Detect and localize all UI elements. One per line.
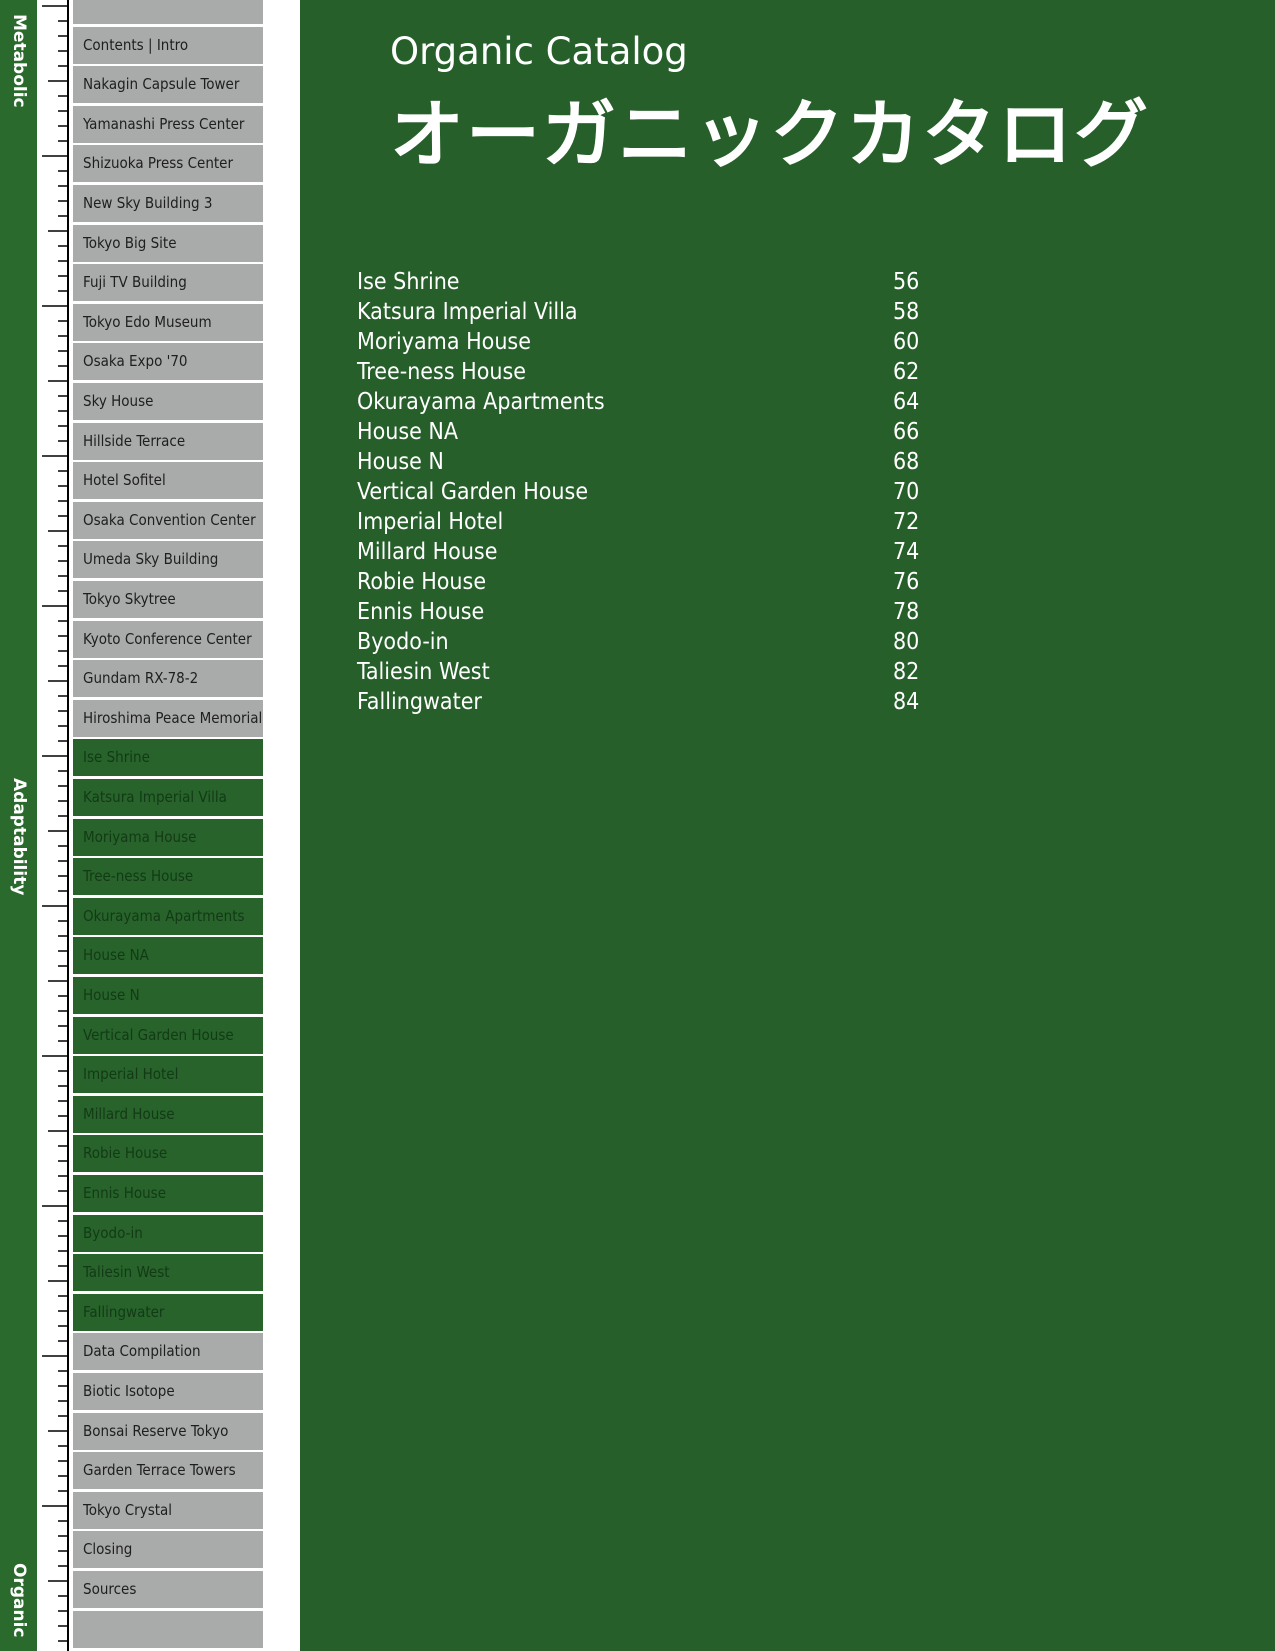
toc-row[interactable]: Taliesin West 82	[357, 657, 920, 687]
sidebar-tab[interactable]: Vertical Garden House	[73, 1017, 263, 1054]
sidebar-tab[interactable]: Tree-ness House	[73, 858, 263, 895]
table-of-contents: Ise Shrine 56 Katsura Imperial Villa 58 Mori…	[357, 267, 920, 717]
toc-entry-name: Vertical Garden House	[357, 479, 589, 505]
toc-entry-page: 68	[893, 449, 920, 475]
toc-entry-name: Ise Shrine	[357, 269, 460, 295]
toc-entry-name: Taliesin West	[357, 659, 490, 685]
sidebar-tab[interactable]: Garden Terrace Towers	[73, 1452, 263, 1489]
toc-row[interactable]: Tree-ness House 62	[357, 357, 920, 387]
sidebar-tab[interactable]	[73, 1611, 263, 1648]
toc-row[interactable]: House N 68	[357, 447, 920, 477]
toc-entry-name: Millard House	[357, 539, 498, 565]
toc-row[interactable]: Fallingwater 84	[357, 687, 920, 717]
sidebar-tab[interactable]: Ennis House	[73, 1175, 263, 1212]
toc-entry-name: Imperial Hotel	[357, 509, 504, 535]
toc-entry-page: 80	[893, 629, 920, 655]
sidebar-tab[interactable]: Millard House	[73, 1096, 263, 1133]
toc-entry-page: 72	[893, 509, 920, 535]
sidebar-tab[interactable]: Osaka Expo '70	[73, 343, 263, 380]
toc-row[interactable]: Imperial Hotel 72	[357, 507, 920, 537]
toc-entry-name: Moriyama House	[357, 329, 531, 355]
toc-entry-page: 56	[893, 269, 920, 295]
sidebar-tab[interactable]: Hillside Terrace	[73, 423, 263, 460]
toc-entry-page: 60	[893, 329, 920, 355]
sidebar-tab[interactable]: Ise Shrine	[73, 739, 263, 776]
sidebar-tab[interactable]: Umeda Sky Building	[73, 541, 263, 578]
sidebar-tab[interactable]: Bonsai Reserve Tokyo	[73, 1413, 263, 1450]
toc-row[interactable]: Millard House 74	[357, 537, 920, 567]
sidebar-tab[interactable]: Robie House	[73, 1135, 263, 1172]
toc-entry-name: Robie House	[357, 569, 487, 595]
main-panel: Organic Catalog オーガニックカタログ Ise Shrine 56 K…	[300, 0, 1275, 1651]
sidebar-tab[interactable]: Tokyo Skytree	[73, 581, 263, 618]
section-label-organic: Organic	[9, 1563, 29, 1638]
sidebar-tab[interactable]: Okurayama Apartments	[73, 898, 263, 935]
toc-row[interactable]: Robie House 76	[357, 567, 920, 597]
sidebar-tab[interactable]: Imperial Hotel	[73, 1056, 263, 1093]
toc-entry-name: Fallingwater	[357, 689, 482, 715]
sidebar-tab[interactable]: House N	[73, 977, 263, 1014]
toc-entry-name: Katsura Imperial Villa	[357, 299, 578, 325]
page-title-en: Organic Catalog	[390, 30, 688, 73]
toc-row[interactable]: Ennis House 78	[357, 597, 920, 627]
sidebar-tabs: Contents | Intro Nakagin Capsule Tower Yam…	[73, 0, 263, 1651]
toc-entry-page: 62	[893, 359, 920, 385]
toc-row[interactable]: House NA 66	[357, 417, 920, 447]
toc-entry-page: 82	[893, 659, 920, 685]
sidebar-tab[interactable]: Fallingwater	[73, 1294, 263, 1331]
sidebar-tab[interactable]: Sources	[73, 1571, 263, 1608]
section-label-adaptability: Adaptability	[9, 778, 29, 896]
sidebar-tab[interactable]: Hiroshima Peace Memorial	[73, 700, 263, 737]
sidebar-tab[interactable]: Biotic Isotope	[73, 1373, 263, 1410]
sidebar-tab[interactable]: New Sky Building 3	[73, 185, 263, 222]
sidebar-tab[interactable]: Gundam RX-78-2	[73, 660, 263, 697]
sidebar-tab[interactable]: Closing	[73, 1531, 263, 1568]
toc-entry-name: Byodo-in	[357, 629, 449, 655]
toc-entry-page: 58	[893, 299, 920, 325]
toc-entry-name: Okurayama Apartments	[357, 389, 605, 415]
page-title-jp: オーガニックカタログ	[390, 92, 1150, 178]
toc-entry-page: 76	[893, 569, 920, 595]
sidebar-tab[interactable]: Shizuoka Press Center	[73, 145, 263, 182]
toc-row[interactable]: Katsura Imperial Villa 58	[357, 297, 920, 327]
toc-entry-name: House N	[357, 449, 444, 475]
toc-entry-page: 64	[893, 389, 920, 415]
sidebar-tab[interactable]: Tokyo Edo Museum	[73, 304, 263, 341]
toc-entry-page: 70	[893, 479, 920, 505]
toc-row[interactable]: Byodo-in 80	[357, 627, 920, 657]
toc-entry-page: 78	[893, 599, 920, 625]
ruler	[37, 0, 73, 1651]
sidebar-tab[interactable]: Tokyo Big Site	[73, 225, 263, 262]
section-strip: Metabolic Adaptability Organic	[0, 0, 37, 1651]
toc-entry-page: 84	[893, 689, 920, 715]
sidebar-tab[interactable]: Osaka Convention Center	[73, 502, 263, 539]
sidebar-tab[interactable]: Tokyo Crystal	[73, 1492, 263, 1529]
toc-row[interactable]: Vertical Garden House 70	[357, 477, 920, 507]
toc-row[interactable]: Moriyama House 60	[357, 327, 920, 357]
ruler-ticks	[42, 0, 69, 1651]
sidebar-tab[interactable]: Taliesin West	[73, 1254, 263, 1291]
sidebar-tab[interactable]: Contents | Intro	[73, 27, 263, 64]
sidebar-tab[interactable]: Kyoto Conference Center	[73, 621, 263, 658]
sidebar-tab[interactable]: House NA	[73, 937, 263, 974]
sidebar-tab[interactable]: Yamanashi Press Center	[73, 106, 263, 143]
sidebar-tab[interactable]: Katsura Imperial Villa	[73, 779, 263, 816]
toc-entry-name: Tree-ness House	[357, 359, 527, 385]
section-label-metabolic: Metabolic	[9, 14, 29, 108]
sidebar-tab[interactable]: Byodo-in	[73, 1215, 263, 1252]
sidebar-tab[interactable]: Data Compilation	[73, 1333, 263, 1370]
toc-entry-page: 66	[893, 419, 920, 445]
sidebar-tab[interactable]: Fuji TV Building	[73, 264, 263, 301]
toc-entry-name: Ennis House	[357, 599, 485, 625]
toc-row[interactable]: Ise Shrine 56	[357, 267, 920, 297]
toc-row[interactable]: Okurayama Apartments 64	[357, 387, 920, 417]
toc-entry-name: House NA	[357, 419, 459, 445]
sidebar-tab[interactable]	[73, 0, 263, 24]
toc-entry-page: 74	[893, 539, 920, 565]
sidebar-tab[interactable]: Nakagin Capsule Tower	[73, 66, 263, 103]
sidebar-tab[interactable]: Sky House	[73, 383, 263, 420]
sidebar-tab[interactable]: Hotel Sofitel	[73, 462, 263, 499]
sidebar-tab[interactable]: Moriyama House	[73, 819, 263, 856]
